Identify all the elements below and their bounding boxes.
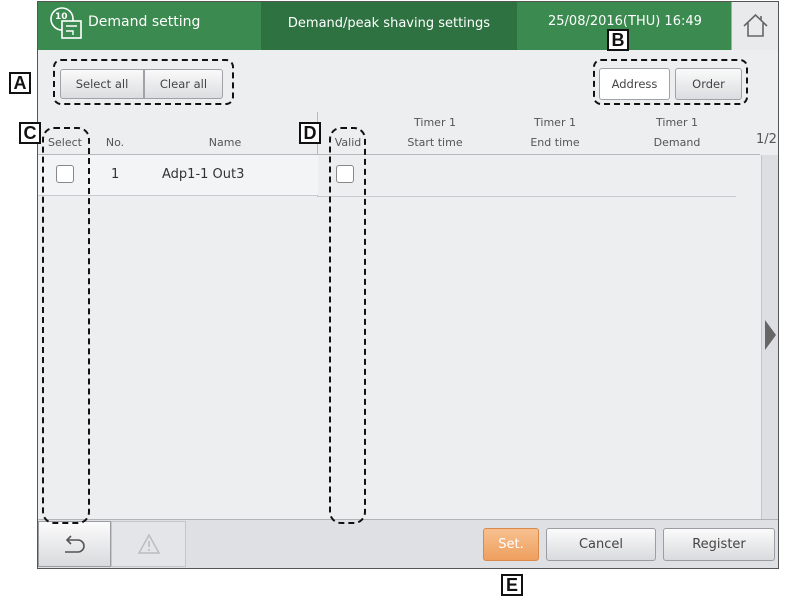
col-name: Name [208, 136, 242, 149]
callout-b-outline [593, 59, 748, 105]
row-divider [318, 196, 736, 197]
col-demand: Demand [653, 136, 701, 149]
col-no: No. [105, 136, 125, 149]
back-arrow-icon [65, 535, 85, 553]
set-button[interactable]: Set. [483, 528, 539, 561]
page-title: Demand setting [88, 14, 201, 30]
col-end-time-top: Timer 1 [534, 116, 576, 129]
callout-a-label: A [9, 72, 31, 94]
callout-c-outline [42, 127, 90, 524]
screen-subtitle: Demand/peak shaving settings [287, 16, 491, 31]
callout-e-label: E [501, 574, 523, 596]
row-name: Adp1-1 Out3 [162, 167, 245, 182]
callout-a-outline [53, 59, 234, 105]
app-logo-icon: 10 [49, 6, 85, 42]
callout-b-label: B [607, 29, 629, 51]
col-end-time: End time [530, 136, 580, 149]
callout-c-label: C [19, 122, 41, 144]
callout-d-label: D [299, 122, 321, 144]
home-icon [743, 13, 768, 37]
page-indicator: 1/2 [756, 132, 777, 147]
screen-subtitle-tab: Demand/peak shaving settings [261, 2, 517, 50]
page-scroll-bar[interactable] [761, 155, 778, 519]
home-button[interactable] [731, 2, 778, 50]
col-start-time-top: Timer 1 [414, 116, 456, 129]
date-time: 25/08/2016(THU) 16:49 [548, 14, 702, 29]
register-button[interactable]: Register [663, 528, 775, 561]
logo-number: 10 [55, 12, 68, 22]
warning-icon [137, 533, 161, 554]
col-start-time: Start time [407, 136, 463, 149]
callout-d-outline [329, 127, 366, 524]
col-demand-top: Timer 1 [656, 116, 698, 129]
warning-button[interactable] [111, 521, 186, 567]
cancel-button[interactable]: Cancel [546, 528, 656, 561]
row-number: 1 [111, 167, 120, 182]
back-button[interactable] [38, 521, 111, 567]
next-page-arrow-icon[interactable] [763, 318, 777, 352]
